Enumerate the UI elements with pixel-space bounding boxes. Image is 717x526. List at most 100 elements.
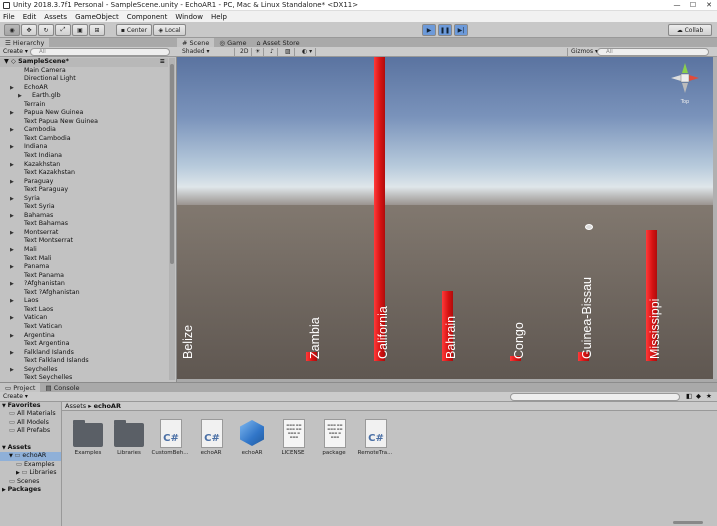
expand-arrow-icon[interactable]: ▶ xyxy=(10,126,14,135)
menu-help[interactable]: Help xyxy=(211,13,227,21)
hierarchy-item[interactable]: ▶ Argentina xyxy=(0,332,168,341)
scene-scrollbar[interactable] xyxy=(713,57,717,379)
hierarchy-item[interactable]: ▶ Paraguay xyxy=(0,178,168,187)
project-create-dropdown[interactable]: Create ▾ xyxy=(3,393,28,400)
hierarchy-item[interactable]: Text Mali xyxy=(0,255,168,264)
project-tree-item[interactable]: ▶ Packages xyxy=(0,486,61,494)
expand-arrow-icon[interactable]: ▶ xyxy=(10,109,14,118)
audio-toggle-icon[interactable]: ♪ xyxy=(267,48,278,56)
hierarchy-item[interactable]: ▶ Vatican xyxy=(0,314,168,323)
scene-options-icon[interactable]: ≡ xyxy=(160,58,165,67)
asset-item[interactable]: Examples xyxy=(68,419,108,456)
hand-tool-button[interactable]: ◉ xyxy=(4,24,20,36)
play-button[interactable]: ▶ xyxy=(422,24,436,36)
close-button[interactable]: ✕ xyxy=(701,0,717,11)
filter-type-icon[interactable]: ◧ xyxy=(686,392,692,400)
expand-arrow-icon[interactable]: ▶ xyxy=(10,178,14,187)
hierarchy-item[interactable]: Text Panama xyxy=(0,272,168,281)
hierarchy-item[interactable]: ▶ Falkland Islands xyxy=(0,349,168,358)
hierarchy-item[interactable]: Text Argentina xyxy=(0,340,168,349)
hierarchy-item[interactable]: Main Camera xyxy=(0,67,168,76)
asset-item[interactable]: ▬▬▬ ▬▬ ▬▬▬ ▬▬ ▬▬▬ ▬ ▬▬▬ package xyxy=(314,419,354,456)
hierarchy-item[interactable]: ▶ Panama xyxy=(0,263,168,272)
project-tree-item[interactable]: ▭ All Materials xyxy=(0,410,61,418)
hierarchy-item[interactable]: ▶ EchoAR xyxy=(0,84,168,93)
expand-arrow-icon[interactable]: ▶ xyxy=(10,280,14,289)
menu-window[interactable]: Window xyxy=(175,13,203,21)
rotate-tool-button[interactable]: ↻ xyxy=(38,24,54,36)
transform-tool-button[interactable]: ⊞ xyxy=(89,24,105,36)
hierarchy-search-input[interactable]: All xyxy=(30,48,170,56)
tab-asset-store[interactable]: ⌂ Asset Store xyxy=(251,38,305,47)
menu-edit[interactable]: Edit xyxy=(23,13,37,21)
shading-mode-dropdown[interactable]: Shaded ▾ xyxy=(179,48,235,56)
maximize-button[interactable]: ☐ xyxy=(685,0,701,11)
expand-arrow-icon[interactable]: ▶ xyxy=(10,366,14,375)
hierarchy-item[interactable]: Text Falkland Islands xyxy=(0,357,168,366)
asset-item[interactable]: ▬▬▬ ▬▬ ▬▬▬ ▬▬ ▬▬▬ ▬ ▬▬▬ LICENSE xyxy=(273,419,313,456)
effects-toggle-icon[interactable]: ▨ xyxy=(282,48,295,56)
hierarchy-item[interactable]: ▶ Montserrat xyxy=(0,229,168,238)
asset-item[interactable]: Libraries xyxy=(109,419,149,456)
hierarchy-item[interactable]: Text Paraguay xyxy=(0,186,168,195)
pause-button[interactable]: ❚❚ xyxy=(438,24,452,36)
scene-search-input[interactable]: All xyxy=(597,48,709,56)
collab-button[interactable]: ☁ Collab xyxy=(668,24,712,36)
tab-hierarchy[interactable]: ☰ Hierarchy xyxy=(0,38,50,47)
project-tree-item[interactable]: ▼ Favorites xyxy=(0,402,61,410)
expand-arrow-icon[interactable]: ▶ xyxy=(10,143,14,152)
tab-console[interactable]: ▤ Console xyxy=(40,383,85,392)
expand-arrow-icon[interactable]: ▼ xyxy=(4,58,11,65)
project-tree-item[interactable]: ▭ Examples xyxy=(0,461,61,469)
hierarchy-item[interactable]: ▶ Syria xyxy=(0,195,168,204)
orientation-gizmo-icon[interactable]: Top xyxy=(667,61,703,107)
project-tree-item[interactable]: ▼ ▭ echoAR xyxy=(0,452,61,461)
expand-arrow-icon[interactable]: ▶ xyxy=(18,92,22,101)
hierarchy-item[interactable]: ▶ Mali xyxy=(0,246,168,255)
expand-arrow-icon[interactable]: ▶ xyxy=(10,314,14,323)
hierarchy-item[interactable]: ▶ Earth.glb xyxy=(0,92,168,101)
rect-tool-button[interactable]: ▣ xyxy=(72,24,88,36)
project-tree-item[interactable]: ▭ Scenes xyxy=(0,478,61,486)
hierarchy-item[interactable]: ▶ Papua New Guinea xyxy=(0,109,168,118)
hierarchy-scroll-thumb[interactable] xyxy=(170,64,174,264)
hierarchy-item[interactable]: Text Kazakhstan xyxy=(0,169,168,178)
hierarchy-item[interactable]: Text Montserrat xyxy=(0,237,168,246)
hierarchy-scrollbar[interactable] xyxy=(169,58,175,380)
expand-arrow-icon[interactable]: ▶ xyxy=(10,229,14,238)
hierarchy-item[interactable]: Text ?Afghanistan xyxy=(0,289,168,298)
menu-assets[interactable]: Assets xyxy=(44,13,67,21)
pivot-center-button[interactable]: ▪ Center xyxy=(116,24,152,36)
asset-item[interactable]: C# RemoteTra... xyxy=(355,419,395,456)
expand-arrow-icon[interactable]: ▶ xyxy=(10,246,14,255)
hierarchy-item[interactable]: Text Indiana xyxy=(0,152,168,161)
tab-project[interactable]: ▭ Project xyxy=(0,383,41,392)
lighting-toggle-icon[interactable]: ☀ xyxy=(252,48,265,56)
minimize-button[interactable]: — xyxy=(669,0,685,11)
breadcrumb-echoar[interactable]: echoAR xyxy=(94,402,121,410)
scale-tool-button[interactable]: ⤢ xyxy=(55,24,71,36)
expand-arrow-icon[interactable]: ▶ xyxy=(10,297,14,306)
camera-marker-icon[interactable] xyxy=(585,224,593,230)
hierarchy-create-dropdown[interactable]: Create ▾ xyxy=(3,48,28,55)
hierarchy-item[interactable]: ▶ Seychelles xyxy=(0,366,168,375)
asset-item[interactable]: C# CustomBeh... xyxy=(150,419,190,456)
move-tool-button[interactable]: ✥ xyxy=(21,24,37,36)
project-tree-item[interactable]: ▭ All Models xyxy=(0,419,61,427)
scene-viewport[interactable]: Top Belize Zambia California Bahrain Congo Gu… xyxy=(177,57,713,379)
hierarchy-item[interactable]: Text Vatican xyxy=(0,323,168,332)
breadcrumb-assets[interactable]: Assets xyxy=(65,402,86,410)
tab-game[interactable]: ◎ Game xyxy=(214,38,252,47)
hierarchy-item[interactable]: Text Syria xyxy=(0,203,168,212)
menu-component[interactable]: Component xyxy=(127,13,168,21)
space-local-button[interactable]: ◈ Local xyxy=(153,24,186,36)
hierarchy-item[interactable]: Text Bahamas xyxy=(0,220,168,229)
expand-arrow-icon[interactable]: ▶ xyxy=(10,161,14,170)
filter-label-icon[interactable]: ◆ xyxy=(696,392,701,400)
hierarchy-item[interactable]: Directional Light xyxy=(0,75,168,84)
favorite-star-icon[interactable]: ★ xyxy=(706,392,712,400)
project-tree-item[interactable]: ▶ ▭ Libraries xyxy=(0,469,61,477)
expand-arrow-icon[interactable]: ▶ xyxy=(10,349,14,358)
hierarchy-item[interactable]: ▶ Bahamas xyxy=(0,212,168,221)
hierarchy-item[interactable]: Text Cambodia xyxy=(0,135,168,144)
